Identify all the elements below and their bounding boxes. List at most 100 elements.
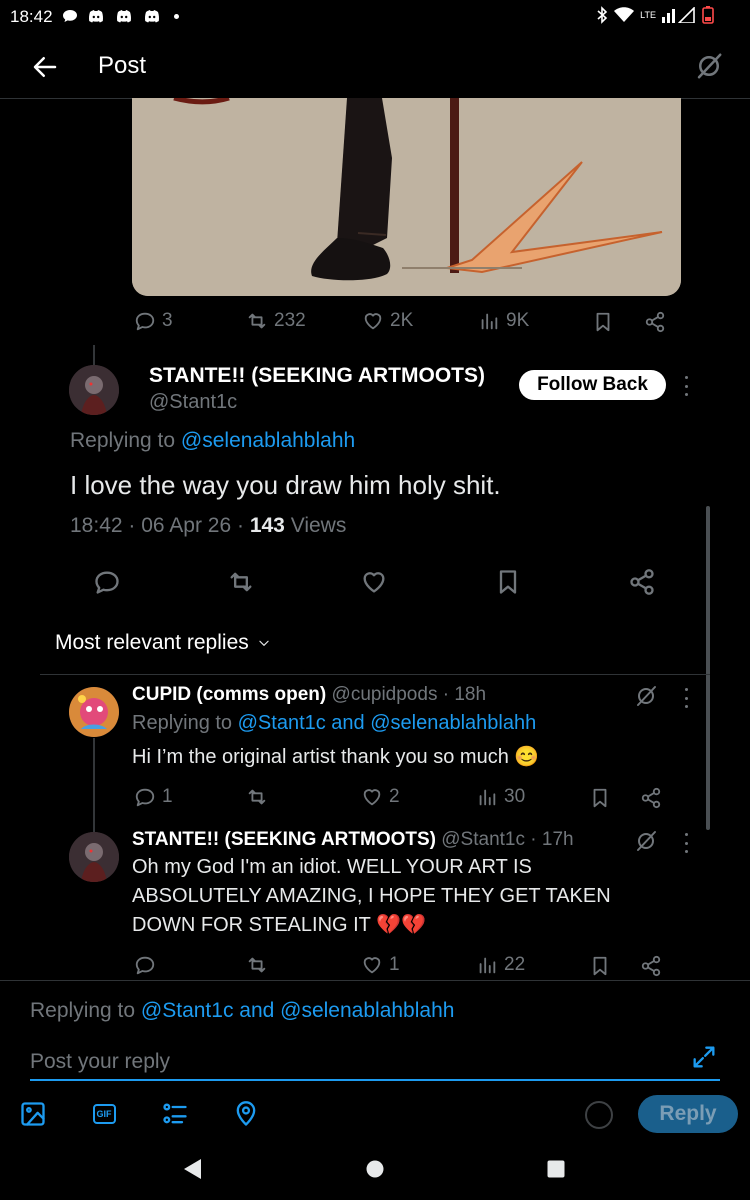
bookmark-icon[interactable] xyxy=(592,311,614,333)
reply-count: 1 xyxy=(162,786,173,807)
discord-notification-icon xyxy=(117,10,131,23)
replying-to-line: Replying to @Stant1c and @selenablahblah… xyxy=(132,712,536,735)
divider xyxy=(0,980,750,981)
bookmark-icon[interactable] xyxy=(589,787,611,809)
post-reply-button[interactable]: 3 xyxy=(134,310,173,332)
reply-submit-button[interactable]: Reply xyxy=(638,1095,738,1133)
reply-input[interactable] xyxy=(30,1045,720,1081)
repost-icon xyxy=(248,789,266,805)
reply-icon xyxy=(135,956,155,975)
reply-count: 3 xyxy=(162,310,173,331)
avatar[interactable] xyxy=(69,365,119,415)
views-button[interactable]: 30 xyxy=(476,786,525,808)
grok-icon[interactable] xyxy=(634,684,658,708)
views-count: 143 xyxy=(249,514,285,537)
reply-age[interactable]: 18h xyxy=(454,684,486,705)
replying-to-link[interactable]: @selenablahblahh xyxy=(181,429,355,452)
reply-text-line: DOWN FOR STEALING IT 💔💔 xyxy=(132,914,426,936)
share-icon[interactable] xyxy=(640,955,662,977)
replying-prefix: Replying to xyxy=(70,429,176,452)
share-icon[interactable] xyxy=(644,311,666,333)
repost-button[interactable] xyxy=(246,786,274,808)
nav-home-icon[interactable] xyxy=(366,1160,384,1178)
post-views-button[interactable]: 9K xyxy=(478,310,529,332)
gif-icon[interactable]: GIF xyxy=(90,1100,118,1128)
heart-icon[interactable] xyxy=(360,568,388,596)
expand-icon[interactable] xyxy=(690,1043,718,1071)
reply-display-name[interactable]: CUPID (comms open) xyxy=(132,684,326,705)
post-media-image[interactable] xyxy=(132,98,681,296)
location-icon[interactable] xyxy=(232,1100,260,1128)
reply-icon xyxy=(135,312,155,331)
reply-button[interactable] xyxy=(134,954,162,976)
post-action-bar xyxy=(0,568,750,604)
post-like-button[interactable]: 2K xyxy=(362,310,413,332)
grok-icon[interactable] xyxy=(694,51,724,81)
like-count: 1 xyxy=(389,954,400,975)
reply-handle[interactable]: @cupidpods xyxy=(332,684,438,705)
thread-connector xyxy=(93,345,95,365)
reply-icon xyxy=(135,788,155,807)
heart-icon xyxy=(364,313,382,330)
more-options-icon[interactable] xyxy=(683,833,689,853)
reply-text-line: Oh my God I'm an idiot. WELL YOUR ART IS xyxy=(132,856,532,878)
replying-to-line: Replying to @selenablahblahh xyxy=(70,429,355,453)
analytics-icon xyxy=(479,957,496,974)
reply-icon[interactable] xyxy=(93,568,121,596)
more-options-icon[interactable] xyxy=(683,688,689,708)
reply-display-name[interactable]: STANTE!! (SEEKING ARTMOOTS) xyxy=(132,829,436,850)
views-button[interactable]: 22 xyxy=(476,954,525,976)
replying-to-link[interactable]: @Stant1c and @selenablahblahh xyxy=(238,712,537,734)
wifi-icon xyxy=(614,7,635,22)
avatar[interactable] xyxy=(69,687,119,737)
scrollbar[interactable] xyxy=(706,506,710,830)
author-display-name[interactable]: STANTE!! (SEEKING ARTMOOTS) xyxy=(149,364,485,388)
reply-author-line: STANTE!! (SEEKING ARTMOOTS) @Stant1c · 1… xyxy=(132,829,574,850)
signal-icon xyxy=(662,7,695,23)
repost-icon[interactable] xyxy=(227,568,255,596)
analytics-icon xyxy=(479,789,496,806)
like-button[interactable]: 1 xyxy=(361,954,400,976)
post-metadata: 18:42 · 06 Apr 26 · 143 Views xyxy=(70,514,347,537)
analytics-icon xyxy=(481,313,498,330)
gif-label: GIF xyxy=(92,1104,116,1124)
heart-icon xyxy=(363,789,381,806)
character-count-ring xyxy=(585,1101,613,1129)
share-icon[interactable] xyxy=(640,787,662,809)
chevron-down-icon xyxy=(259,640,269,646)
discord-notification-icon xyxy=(145,10,159,23)
repost-button[interactable] xyxy=(246,954,274,976)
more-options-icon[interactable] xyxy=(683,376,689,396)
post-time: 18:42 xyxy=(70,514,123,537)
image-icon[interactable] xyxy=(19,1100,47,1128)
reply-button[interactable]: 1 xyxy=(134,786,173,808)
poll-icon[interactable] xyxy=(161,1100,189,1128)
post-text: I love the way you draw him holy shit. xyxy=(70,470,501,500)
back-arrow-icon[interactable] xyxy=(30,52,60,82)
nav-recents-icon[interactable] xyxy=(547,1160,565,1178)
composer-replying-to: Replying to @Stant1c and @selenablahblah… xyxy=(30,999,454,1023)
heart-icon xyxy=(363,957,381,974)
reply-handle[interactable]: @Stant1c xyxy=(441,829,525,850)
post-repost-button[interactable]: 232 xyxy=(246,310,306,332)
network-type: LTE xyxy=(640,9,656,20)
avatar-image xyxy=(69,365,119,415)
bookmark-icon[interactable] xyxy=(589,955,611,977)
avatar[interactable] xyxy=(69,832,119,882)
like-button[interactable]: 2 xyxy=(361,786,400,808)
view-count: 22 xyxy=(504,954,526,975)
author-handle[interactable]: @Stant1c xyxy=(149,391,237,414)
replying-prefix: Replying to xyxy=(30,999,136,1022)
reply-age[interactable]: 17h xyxy=(542,829,574,850)
nav-back-icon[interactable] xyxy=(181,1157,203,1181)
like-count: 2K xyxy=(390,310,414,331)
more-notifications-dot xyxy=(174,14,179,19)
status-icons: LTE xyxy=(596,6,714,24)
bookmark-icon[interactable] xyxy=(494,568,522,596)
replies-sort-dropdown[interactable]: Most relevant replies xyxy=(55,631,271,655)
replying-to-link[interactable]: @Stant1c and @selenablahblahh xyxy=(141,999,455,1022)
grok-icon[interactable] xyxy=(634,829,658,853)
views-label[interactable]: Views xyxy=(291,514,347,537)
share-icon[interactable] xyxy=(628,568,656,596)
follow-back-button[interactable]: Follow Back xyxy=(519,370,666,400)
